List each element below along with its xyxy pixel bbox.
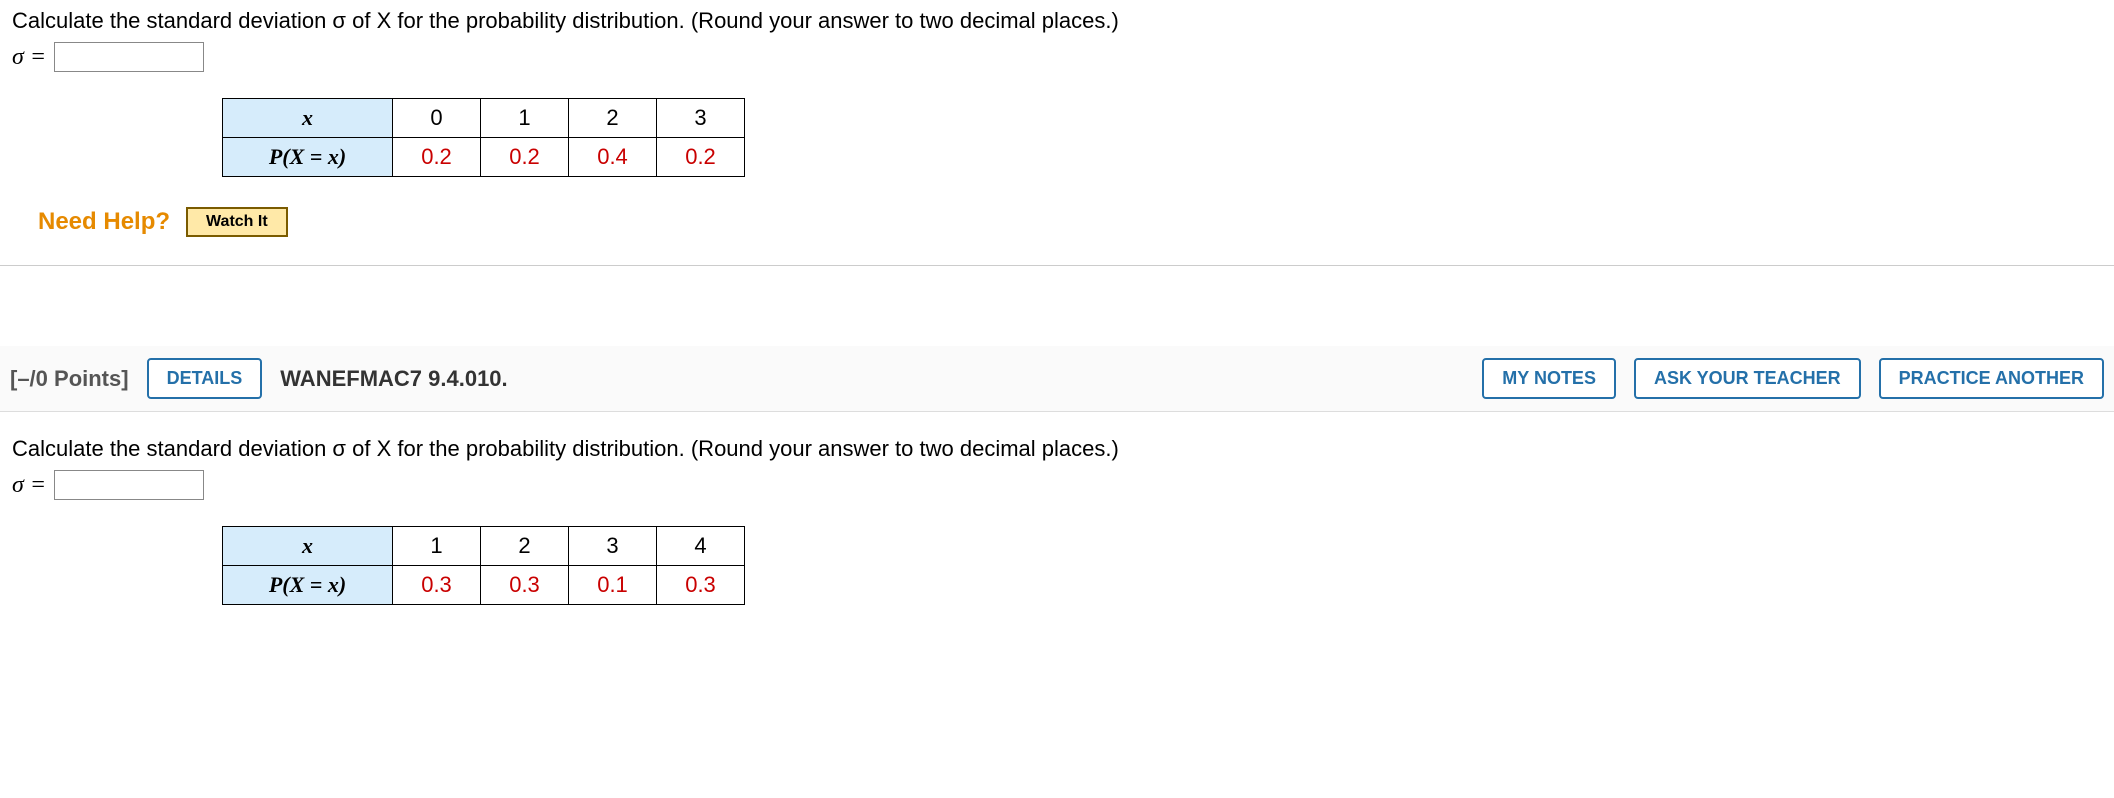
sigma-input[interactable] <box>54 42 204 72</box>
watch-it-button[interactable]: Watch It <box>186 207 288 237</box>
x-value: 0 <box>393 99 481 138</box>
table-row: x 0 1 2 3 <box>223 99 745 138</box>
question-2: Calculate the standard deviation σ of X … <box>0 428 2114 633</box>
x-value: 4 <box>657 527 745 566</box>
x-value: 2 <box>569 99 657 138</box>
spacer <box>0 266 2114 346</box>
distribution-table: x 1 2 3 4 P(X = x) 0.3 0.3 0.1 0.3 <box>222 526 745 605</box>
practice-another-button[interactable]: PRACTICE ANOTHER <box>1879 358 2104 399</box>
question-1: Calculate the standard deviation σ of X … <box>0 0 2114 266</box>
question-prompt: Calculate the standard deviation σ of X … <box>12 436 2102 462</box>
p-value: 0.3 <box>393 566 481 605</box>
answer-row: σ = <box>12 470 2102 500</box>
my-notes-button[interactable]: MY NOTES <box>1482 358 1616 399</box>
x-value: 1 <box>481 99 569 138</box>
table-row: x 1 2 3 4 <box>223 527 745 566</box>
need-help-row: Need Help? Watch It <box>38 207 2102 237</box>
need-help-label: Need Help? <box>38 208 170 236</box>
question-ref: WANEFMAC7 9.4.010. <box>280 366 507 392</box>
sigma-input[interactable] <box>54 470 204 500</box>
row-header-x: x <box>223 99 393 138</box>
p-value: 0.3 <box>481 566 569 605</box>
p-value: 0.2 <box>657 138 745 177</box>
x-value: 3 <box>569 527 657 566</box>
sigma-label: σ = <box>12 472 46 499</box>
row-header-x: x <box>223 527 393 566</box>
p-value: 0.2 <box>481 138 569 177</box>
x-value: 1 <box>393 527 481 566</box>
ask-teacher-button[interactable]: ASK YOUR TEACHER <box>1634 358 1861 399</box>
p-value: 0.2 <box>393 138 481 177</box>
details-button[interactable]: DETAILS <box>147 358 263 399</box>
row-header-p: P(X = x) <box>223 566 393 605</box>
row-header-p: P(X = x) <box>223 138 393 177</box>
p-value: 0.4 <box>569 138 657 177</box>
x-value: 3 <box>657 99 745 138</box>
table-row: P(X = x) 0.3 0.3 0.1 0.3 <box>223 566 745 605</box>
points-label: [–/0 Points] <box>10 366 129 392</box>
answer-row: σ = <box>12 42 2102 72</box>
p-value: 0.1 <box>569 566 657 605</box>
question-header: [–/0 Points] DETAILS WANEFMAC7 9.4.010. … <box>0 346 2114 412</box>
x-value: 2 <box>481 527 569 566</box>
question-prompt: Calculate the standard deviation σ of X … <box>12 8 2102 34</box>
table-row: P(X = x) 0.2 0.2 0.4 0.2 <box>223 138 745 177</box>
distribution-table: x 0 1 2 3 P(X = x) 0.2 0.2 0.4 0.2 <box>222 98 745 177</box>
sigma-label: σ = <box>12 44 46 71</box>
p-value: 0.3 <box>657 566 745 605</box>
